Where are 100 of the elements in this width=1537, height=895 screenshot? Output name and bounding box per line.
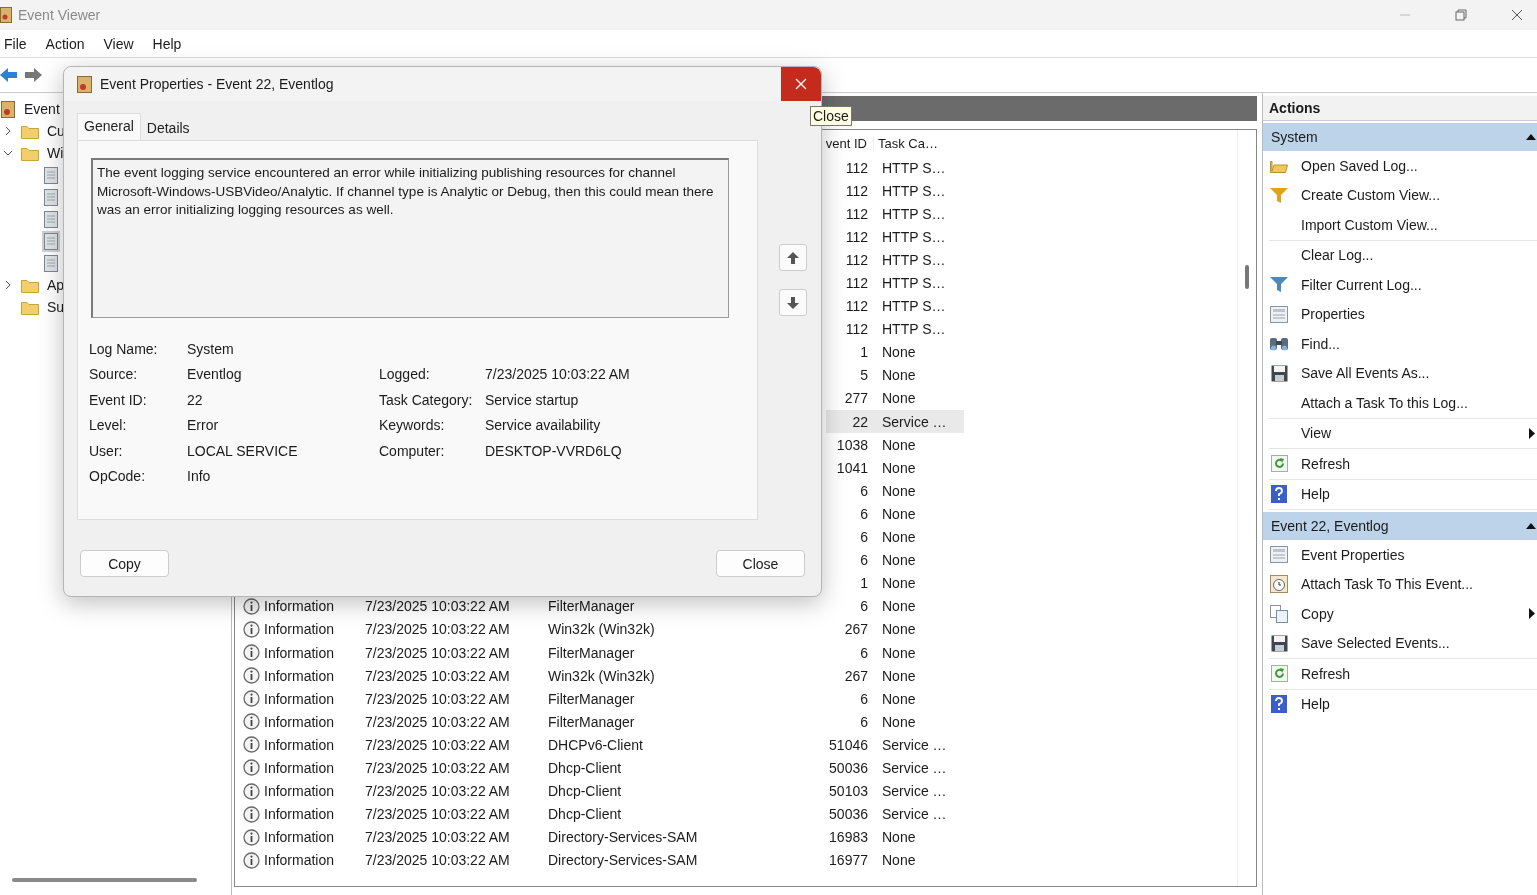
pane-command[interactable]: Help <box>1301 696 1330 713</box>
table-row[interactable]: Information 7/23/2025 10:03:22 AM Win32k (Win32k) 267 None <box>243 664 1237 688</box>
scrollbar-thumb[interactable] <box>12 878 197 882</box>
tree-item[interactable]: Ap <box>45 276 67 294</box>
table-row[interactable]: Information 7/23/2025 10:03:22 AM DHCPv6-Client 51046 Service … <box>243 733 1237 757</box>
help-icon <box>1271 485 1287 504</box>
pane-command[interactable]: Copy <box>1301 605 1334 622</box>
table-row[interactable]: Information 7/23/2025 10:03:22 AM FilterManager 6 None <box>243 710 1237 734</box>
pane-command[interactable]: Find... <box>1301 335 1340 352</box>
table-row[interactable]: Information 7/23/2025 10:03:22 AM FilterManager 6 None <box>243 640 1237 665</box>
scrollbar-thumb[interactable] <box>1245 265 1249 289</box>
pane-command[interactable]: Refresh <box>1301 665 1351 682</box>
chevron-right-icon[interactable] <box>5 126 11 136</box>
section-title[interactable]: System <box>1271 129 1318 145</box>
dialog-button[interactable]: Close <box>716 550 805 577</box>
table-row[interactable]: 6 None <box>826 525 964 549</box>
pane-command[interactable]: Refresh <box>1301 455 1351 472</box>
table-cell: 1041 <box>836 459 868 476</box>
table-row[interactable]: Information 7/23/2025 10:03:22 AM Dhcp-Client 50036 Service … <box>243 756 1237 780</box>
table-cell: 277 <box>844 390 868 407</box>
table-row[interactable]: 112 HTTP S… <box>826 156 964 180</box>
table-row[interactable]: 1 None <box>826 340 964 364</box>
table-row[interactable]: Information 7/23/2025 10:03:22 AM Win32k (Win32k) 267 None <box>243 617 1237 641</box>
tree-item[interactable]: Su <box>45 298 67 316</box>
chevron-down-icon[interactable] <box>3 150 13 156</box>
collapse-icon[interactable] <box>1526 523 1536 529</box>
table-cell: 112 <box>845 298 868 315</box>
forward-arrow-icon[interactable] <box>24 67 42 83</box>
table-row[interactable]: 112 HTTP S… <box>826 317 964 341</box>
table-cell: Information <box>264 852 335 869</box>
table-row[interactable]: Information 7/23/2025 10:03:22 AM Directory-Services-SAM 16977 None <box>243 848 1237 872</box>
table-row[interactable]: 112 HTTP S… <box>826 225 964 249</box>
tree-item[interactable]: Event <box>22 100 62 118</box>
table-row[interactable]: Information 7/23/2025 10:03:22 AM FilterManager 6 None <box>243 687 1237 711</box>
field-value: Service startup <box>485 391 579 408</box>
pane-command[interactable]: Help <box>1301 486 1330 503</box>
column-header[interactable]: vent ID <box>825 135 867 151</box>
back-arrow-icon[interactable] <box>0 67 18 83</box>
table-row[interactable]: 112 HTTP S… <box>826 179 964 203</box>
close-button[interactable] <box>781 67 821 101</box>
table-cell-text: 7/23/2025 10:03:22 AM <box>365 667 511 684</box>
tab[interactable]: General <box>77 113 141 140</box>
table-row[interactable]: 277 None <box>826 387 964 410</box>
pane-command[interactable]: Create Custom View... <box>1301 187 1441 204</box>
event-log-icon <box>77 75 92 93</box>
table-cell-text: Dhcp-Client <box>548 806 623 823</box>
table-row[interactable]: 1038 None <box>826 433 964 457</box>
table-cell: 6 <box>860 482 868 499</box>
table-row[interactable]: 112 HTTP S… <box>826 271 964 295</box>
pane-command[interactable]: Open Saved Log... <box>1301 157 1418 174</box>
log-item[interactable] <box>42 164 60 186</box>
collapse-icon[interactable] <box>1526 134 1536 140</box>
table-row[interactable]: Information 7/23/2025 10:03:22 AM Dhcp-Client 50103 Service … <box>243 779 1237 803</box>
table-row[interactable]: 1041 None <box>826 456 964 480</box>
table-cell-text: FilterManager <box>548 690 636 707</box>
table-row[interactable]: 6 None <box>826 479 964 503</box>
table-row[interactable]: 1 None <box>826 571 964 595</box>
pane-command[interactable]: Attach a Task To this Log... <box>1301 394 1468 411</box>
previous-event-button[interactable] <box>779 244 807 271</box>
field-label: Log Name: <box>89 340 159 357</box>
table-row[interactable]: 22 Service … <box>826 410 964 434</box>
log-item[interactable] <box>42 230 60 252</box>
tree-item[interactable]: Wi <box>45 144 66 162</box>
field-value: Eventlog <box>187 366 242 383</box>
pane-command[interactable]: Save Selected Events... <box>1301 635 1450 652</box>
pane-command[interactable]: Attach Task To This Event... <box>1301 576 1473 593</box>
table-cell: Information <box>264 713 335 730</box>
next-event-button[interactable] <box>779 289 807 316</box>
table-row[interactable]: 5 None <box>826 363 964 387</box>
table-row[interactable]: Information 7/23/2025 10:03:22 AM Directory-Services-SAM 16983 None <box>243 825 1237 849</box>
table-row[interactable]: Information 7/23/2025 10:03:22 AM FilterManager 6 None <box>243 594 1237 618</box>
menu-item[interactable]: View <box>101 33 141 54</box>
table-row[interactable]: Information 7/23/2025 10:03:22 AM Dhcp-Client 50036 Service … <box>243 802 1237 826</box>
menu-item[interactable]: Action <box>43 33 92 54</box>
menu-item[interactable]: File <box>2 33 34 54</box>
restore-icon[interactable] <box>1455 9 1467 21</box>
pane-command[interactable]: Save All Events As... <box>1301 365 1430 382</box>
table-row[interactable]: 112 HTTP S… <box>826 294 964 318</box>
pane-command[interactable]: Filter Current Log... <box>1301 276 1422 293</box>
menu-item[interactable]: Help <box>150 33 189 54</box>
table-cell: HTTP S… <box>882 228 946 245</box>
dialog-button[interactable]: Copy <box>80 550 169 577</box>
close-icon[interactable] <box>1511 9 1523 21</box>
pane-command[interactable]: Properties <box>1301 306 1365 323</box>
pane-command[interactable]: Clear Log... <box>1301 247 1374 264</box>
pane-command[interactable]: View <box>1301 425 1332 442</box>
log-item[interactable] <box>42 252 60 274</box>
pane-command[interactable]: Import Custom View... <box>1301 216 1438 233</box>
log-item[interactable] <box>42 208 60 230</box>
table-row[interactable]: 6 None <box>826 548 964 572</box>
field-label: OpCode: <box>89 468 147 485</box>
column-header[interactable]: Task Ca… <box>878 135 938 151</box>
tab[interactable]: Details <box>140 116 196 140</box>
table-cell: 6 <box>860 713 868 730</box>
table-row[interactable]: 6 None <box>826 502 964 526</box>
log-item[interactable] <box>42 186 60 208</box>
chevron-right-icon[interactable] <box>5 280 11 290</box>
table-row[interactable]: 112 HTTP S… <box>826 248 964 272</box>
table-row[interactable]: 112 HTTP S… <box>826 202 964 226</box>
pane-command[interactable]: Event Properties <box>1301 546 1405 563</box>
